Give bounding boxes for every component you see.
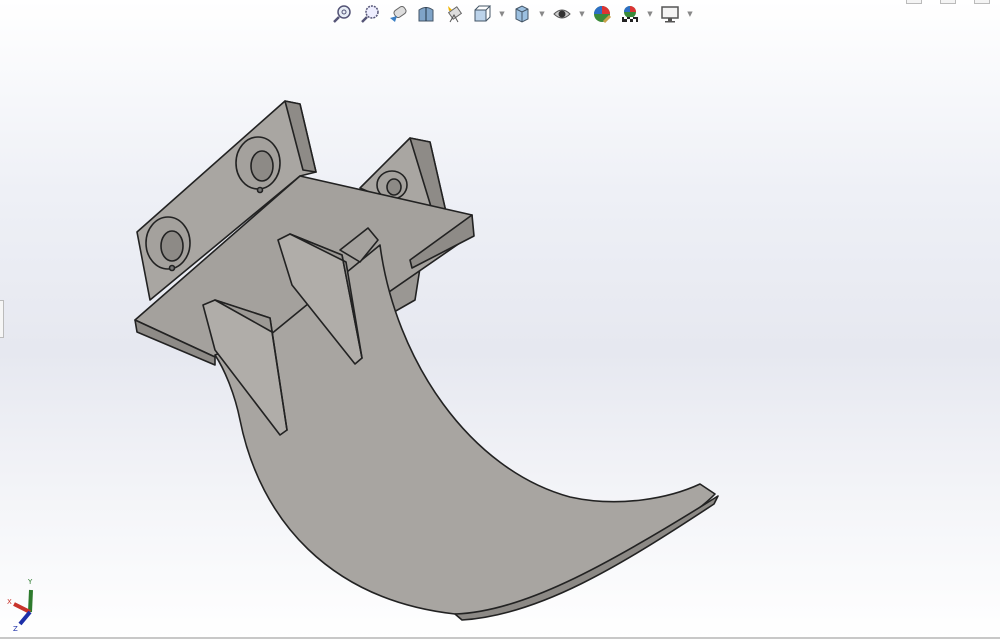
edit-appearance-icon[interactable] [590, 3, 614, 25]
dynamic-annotation-views-icon[interactable] [442, 3, 466, 25]
display-style-dropdown[interactable]: ▼ [538, 10, 546, 18]
zoom-to-fit-icon[interactable] [330, 3, 354, 25]
window-controls [906, 0, 990, 4]
close-button[interactable] [974, 0, 990, 4]
triad-x-label: X [7, 598, 12, 606]
graphics-viewport[interactable] [0, 0, 1000, 639]
section-view-icon[interactable] [414, 3, 438, 25]
restore-button[interactable] [940, 0, 956, 4]
reference-triad: Y X Z [7, 578, 33, 632]
apply-scene-icon[interactable] [618, 3, 642, 25]
3d-model-ripper-tooth[interactable] [0, 0, 1000, 639]
view-orientation-dropdown[interactable]: ▼ [498, 10, 506, 18]
display-style-icon[interactable] [510, 3, 534, 25]
hide-show-items-icon[interactable] [550, 3, 574, 25]
apply-scene-dropdown[interactable]: ▼ [646, 10, 654, 18]
triad-y-label: Y [27, 578, 33, 586]
view-settings-icon[interactable] [658, 3, 682, 25]
zoom-to-area-icon[interactable] [358, 3, 382, 25]
triad-z-label: Z [13, 625, 18, 632]
panel-expand-tab[interactable] [0, 300, 4, 338]
hide-show-items-dropdown[interactable]: ▼ [578, 10, 586, 18]
previous-view-icon[interactable] [386, 3, 410, 25]
view-settings-dropdown[interactable]: ▼ [686, 10, 694, 18]
view-orientation-icon[interactable] [470, 3, 494, 25]
minimize-button[interactable] [906, 0, 922, 4]
heads-up-view-toolbar: ▼ ▼ ▼ ▼ ▼ [330, 2, 694, 26]
